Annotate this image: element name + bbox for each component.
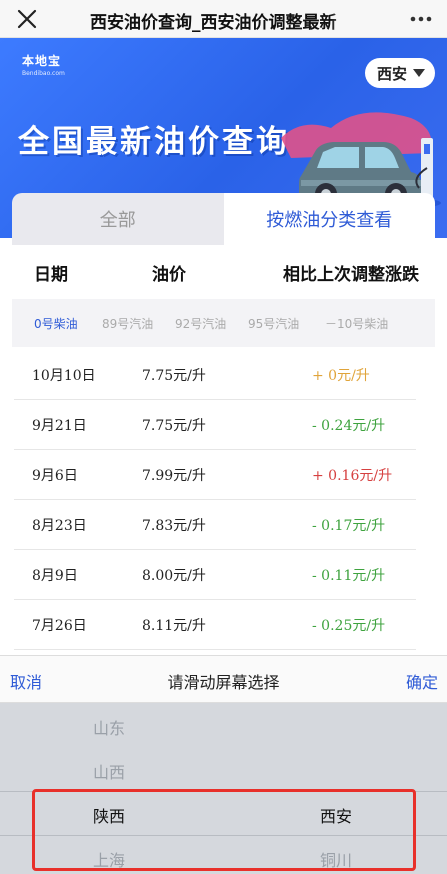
more-icon[interactable]: [409, 10, 433, 28]
city-picker: 取消 请滑动屏幕选择 确定 山东 山西 陕西 西安 上海 铜川: [0, 655, 447, 874]
selection-highlight-box: [32, 789, 416, 871]
row-price: 7.75元/升: [142, 368, 206, 384]
header-change: 相比上次调整涨跌: [283, 264, 419, 285]
fuel-tab-minus10-diesel[interactable]: －10号柴油: [325, 315, 388, 332]
confirm-button[interactable]: 确定: [406, 669, 438, 693]
table-header: 日期 油价 相比上次调整涨跌: [12, 245, 435, 299]
row-change: - 0.17元/升: [312, 518, 386, 534]
row-change: - 0.24元/升: [312, 418, 386, 434]
table-row: 7月26日 8.11元/升 - 0.25元/升: [14, 600, 416, 650]
header-price: 油价: [152, 264, 186, 285]
city-selector-button[interactable]: 西安: [364, 58, 435, 88]
row-change: + 0.16元/升: [312, 468, 393, 484]
fuel-tab-89-gasoline[interactable]: 89号汽油: [102, 315, 153, 332]
table-row: 10月10日 7.75元/升 + 0元/升: [14, 350, 416, 400]
row-price: 7.75元/升: [142, 418, 206, 434]
row-change: - 0.25元/升: [312, 618, 386, 634]
caret-down-icon: [413, 69, 425, 77]
header-date: 日期: [34, 264, 68, 285]
picker-title: 请滑动屏幕选择: [167, 673, 280, 692]
fuel-tab-0-diesel[interactable]: 0号柴油: [34, 315, 78, 332]
province-option[interactable]: 山东: [93, 715, 125, 739]
close-icon[interactable]: [14, 6, 40, 32]
row-date: 8月23日: [32, 518, 87, 534]
table-row: 9月21日 7.75元/升 - 0.24元/升: [14, 400, 416, 450]
table-row: 8月9日 8.00元/升 - 0.11元/升: [14, 550, 416, 600]
row-date: 9月6日: [32, 468, 78, 484]
city-label: 西安: [376, 64, 407, 83]
row-price: 7.99元/升: [142, 468, 206, 484]
row-price: 8.11元/升: [142, 618, 206, 634]
table-row: 8月23日 7.83元/升 - 0.17元/升: [14, 500, 416, 550]
row-price: 8.00元/升: [142, 568, 206, 584]
row-date: 9月21日: [32, 418, 87, 434]
fuel-tab-95-gasoline[interactable]: 95号汽油: [248, 315, 299, 332]
tab-all[interactable]: 全部: [12, 193, 224, 245]
row-date: 8月9日: [32, 568, 78, 584]
page-title: 西安油价查询_西安油价调整最新: [90, 8, 360, 33]
row-change: + 0元/升: [312, 368, 370, 384]
fuel-tab-92-gasoline[interactable]: 92号汽油: [175, 315, 226, 332]
price-table-body: 10月10日 7.75元/升 + 0元/升 9月21日 7.75元/升 - 0.…: [14, 350, 416, 650]
view-tabs: 全部 按燃油分类查看: [12, 193, 435, 245]
row-price: 7.83元/升: [142, 518, 206, 534]
row-date: 10月10日: [32, 368, 96, 384]
picker-toolbar: 取消 请滑动屏幕选择 确定: [0, 655, 447, 703]
tab-by-fuel-type[interactable]: 按燃油分类查看: [223, 193, 435, 245]
row-date: 7月26日: [32, 618, 87, 634]
row-change: - 0.11元/升: [312, 568, 386, 584]
hero-title: 全国最新油价查询: [18, 124, 290, 160]
table-row: 9月6日 7.99元/升 + 0.16元/升: [14, 450, 416, 500]
fuel-type-tabs: 0号柴油 89号汽油 92号汽油 95号汽油 －10号柴油: [12, 299, 435, 347]
logo: 本地宝 Bendibao.com: [22, 54, 65, 77]
province-option[interactable]: 山西: [93, 759, 125, 783]
title-bar: 西安油价查询_西安油价调整最新: [0, 0, 447, 38]
